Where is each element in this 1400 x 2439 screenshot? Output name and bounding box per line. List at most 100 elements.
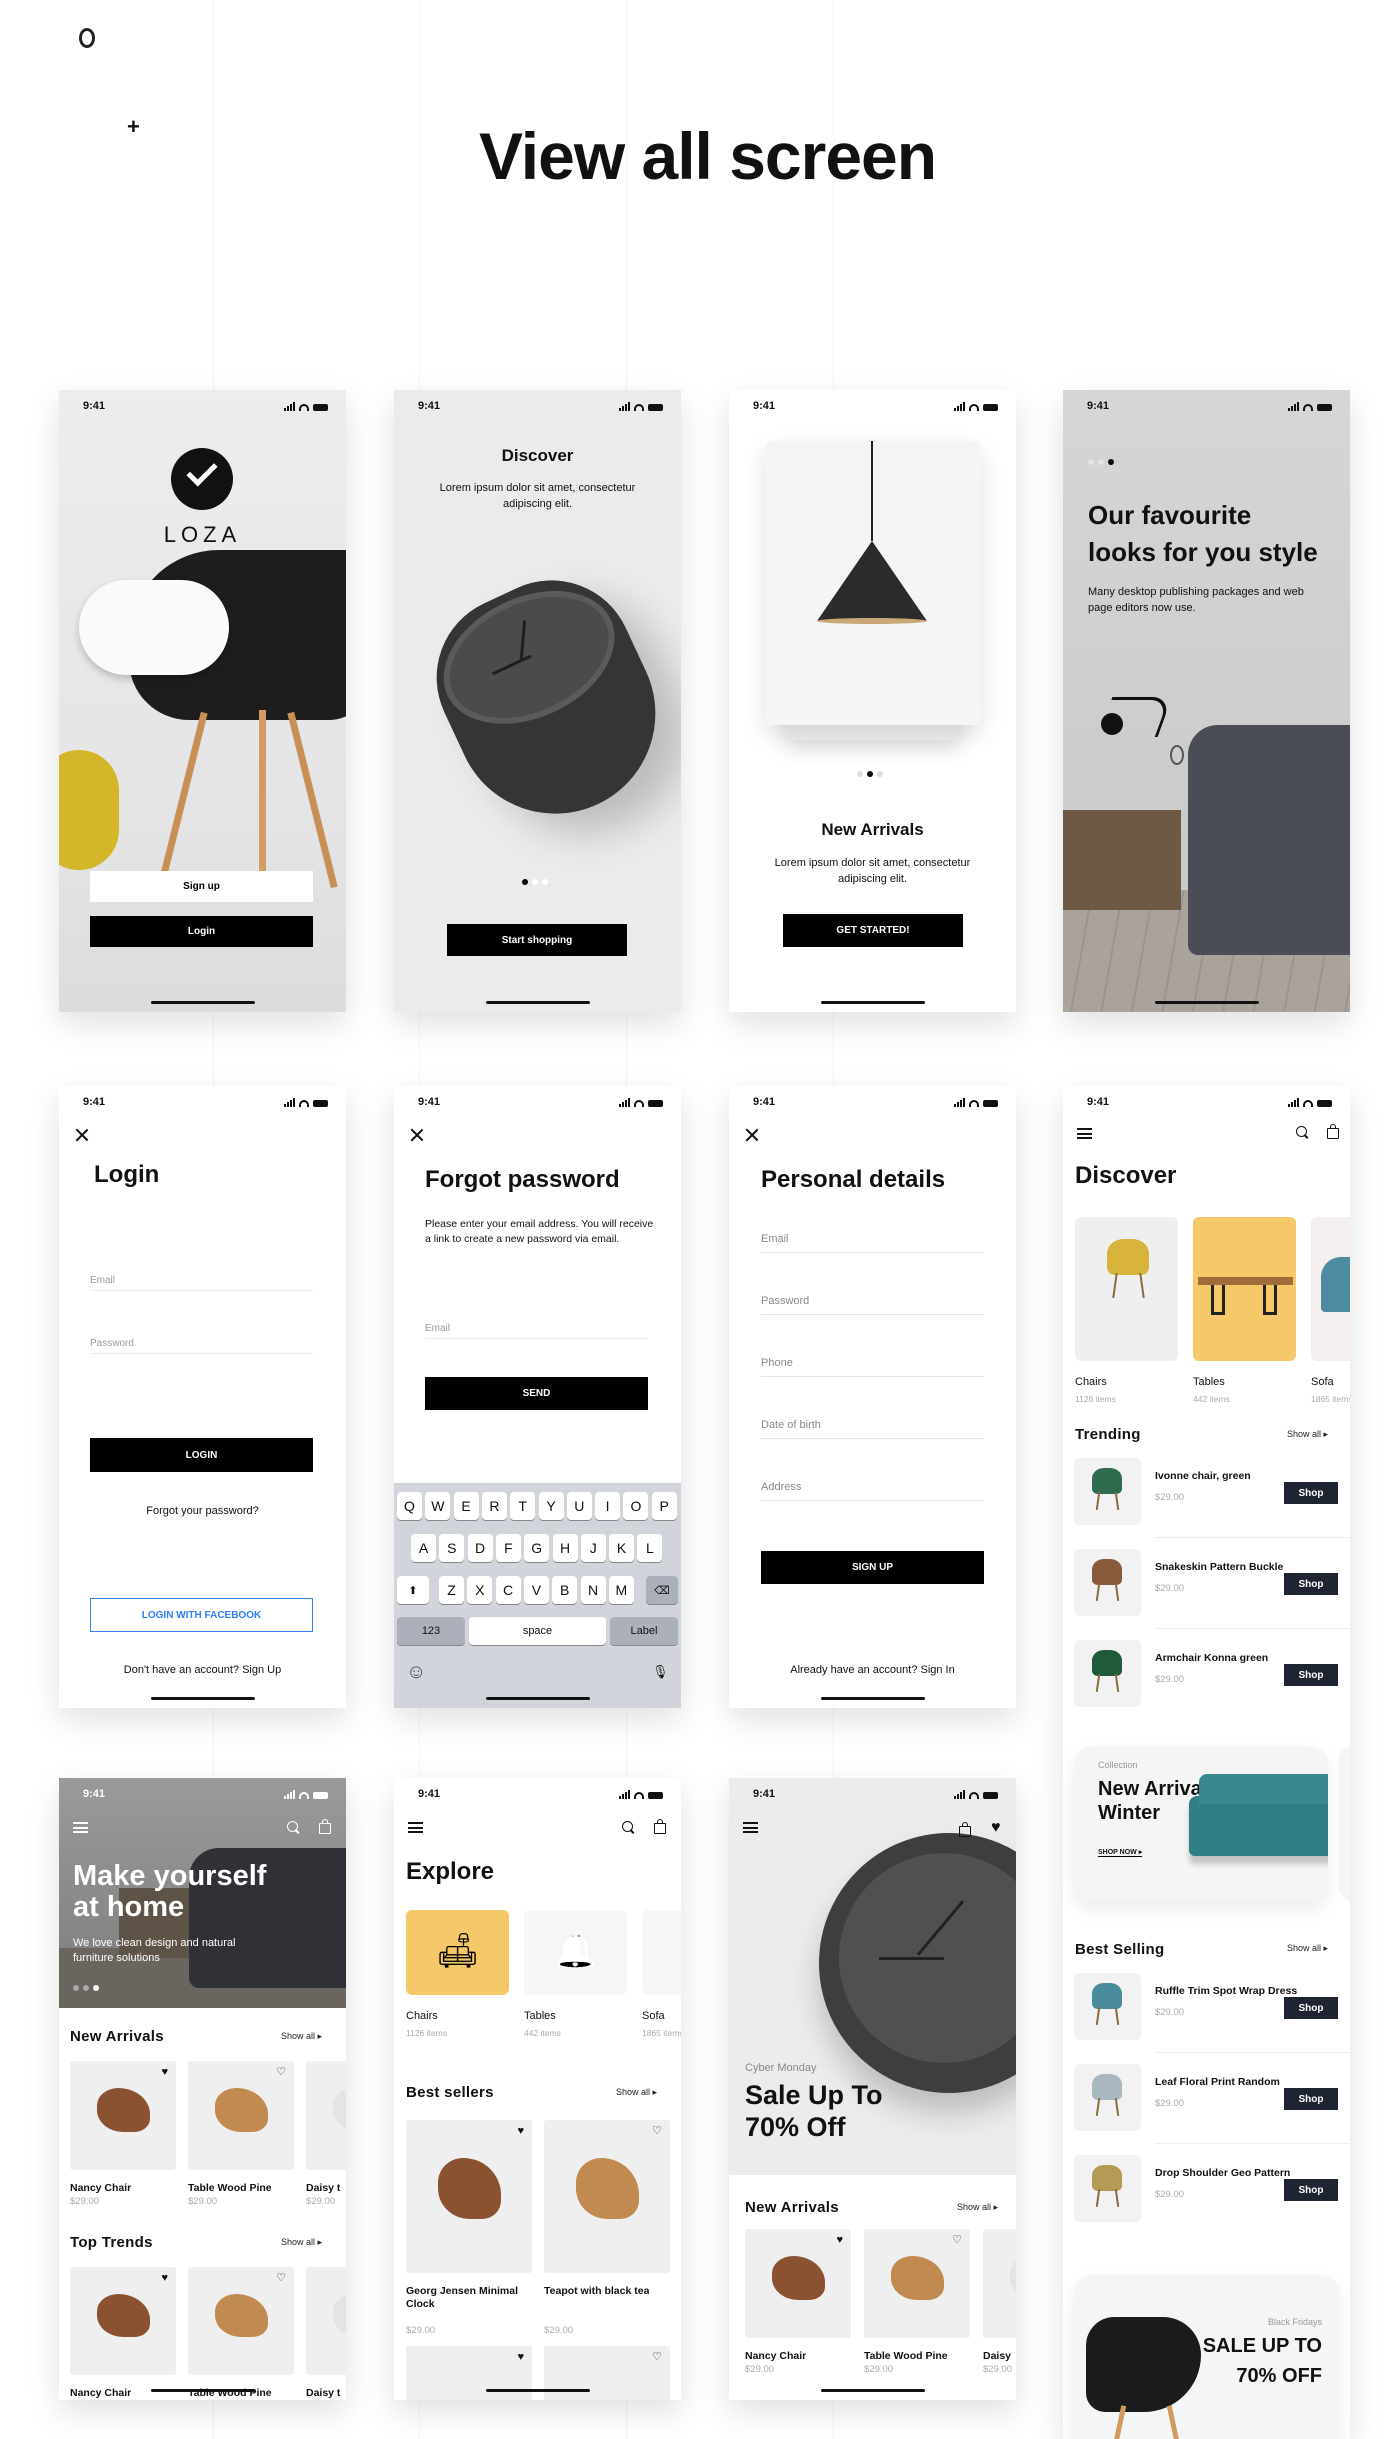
- signin-link[interactable]: Already have an account? Sign In: [729, 1664, 1016, 1676]
- menu-icon[interactable]: [408, 1822, 423, 1833]
- space-key[interactable]: space: [469, 1617, 606, 1645]
- best-sellers-show-all[interactable]: Show all ▸: [616, 2087, 657, 2098]
- new-arrivals-show-all[interactable]: Show all ▸: [281, 2031, 322, 2042]
- shift-key[interactable]: ⬆: [397, 1576, 429, 1604]
- bag-icon[interactable]: [319, 1819, 331, 1834]
- bag-icon[interactable]: [654, 1819, 666, 1834]
- heart-outline-icon[interactable]: ♡: [952, 2235, 962, 2246]
- product-name[interactable]: Drop Shoulder Geo Pattern: [1155, 2167, 1290, 2179]
- new-arrivals-banner[interactable]: Collection New Arrivals Winter SHOP NOW …: [1074, 1746, 1328, 1901]
- product-name[interactable]: Daisy: [983, 2350, 1011, 2363]
- category-card-tables[interactable]: [1193, 1217, 1296, 1361]
- field-email[interactable]: Email: [761, 1231, 984, 1253]
- trending-show-all[interactable]: Show all ▸: [1287, 1429, 1328, 1440]
- product-card[interactable]: ♥: [406, 2120, 532, 2273]
- close-icon[interactable]: [75, 1128, 89, 1142]
- login-button[interactable]: Login: [90, 916, 313, 947]
- key-n[interactable]: N: [580, 1576, 606, 1604]
- product-card[interactable]: ♡: [306, 2061, 346, 2170]
- close-icon[interactable]: [745, 1128, 759, 1142]
- product-name[interactable]: Leaf Floral Print Random: [1155, 2076, 1280, 2088]
- menu-icon[interactable]: [743, 1822, 758, 1833]
- key-w[interactable]: W: [425, 1492, 451, 1520]
- heart-filled-icon[interactable]: ♥: [991, 1820, 1001, 1836]
- heart-outline-icon[interactable]: ♡: [652, 2126, 662, 2137]
- key-k[interactable]: K: [609, 1534, 635, 1562]
- key-x[interactable]: X: [467, 1576, 493, 1604]
- category-card-sofa[interactable]: 🪑: [642, 1910, 681, 1995]
- key-f[interactable]: F: [495, 1534, 521, 1562]
- key-t[interactable]: T: [510, 1492, 536, 1520]
- bag-icon[interactable]: [959, 1822, 971, 1837]
- email-field[interactable]: [425, 1319, 648, 1339]
- product-thumbnail[interactable]: [1074, 1640, 1141, 1707]
- emoji-icon[interactable]: ☺: [406, 1661, 426, 1684]
- key-e[interactable]: E: [453, 1492, 479, 1520]
- signup-button[interactable]: SIGN UP: [761, 1551, 984, 1584]
- shop-now-link[interactable]: SHOP NOW ▸: [1098, 1848, 1143, 1857]
- email-field[interactable]: [90, 1271, 313, 1291]
- category-card-sofa[interactable]: [1311, 1217, 1350, 1361]
- field-password[interactable]: Password: [761, 1293, 984, 1315]
- product-card[interactable]: ♡: [188, 2061, 294, 2170]
- search-icon[interactable]: [1296, 1126, 1309, 1139]
- heart-filled-icon[interactable]: ♥: [836, 2235, 843, 2246]
- signup-button[interactable]: Sign up: [90, 871, 313, 902]
- product-name[interactable]: Nancy Chair: [745, 2350, 806, 2363]
- category-card-chairs[interactable]: [1075, 1217, 1178, 1361]
- top-trends-show-all[interactable]: Show all ▸: [281, 2237, 322, 2248]
- product-name[interactable]: Daisy t: [306, 2182, 340, 2195]
- key-a[interactable]: A: [411, 1534, 436, 1562]
- product-name[interactable]: Nancy Chair: [70, 2182, 131, 2195]
- black-friday-banner[interactable]: Black Fridays SALE UP TO 70% OFF: [1074, 2275, 1339, 2439]
- menu-icon[interactable]: [1077, 1128, 1092, 1139]
- product-thumbnail[interactable]: [1074, 2064, 1141, 2131]
- delete-key[interactable]: ⌫: [646, 1576, 678, 1604]
- key-i[interactable]: I: [595, 1492, 621, 1520]
- login-button[interactable]: LOGIN: [90, 1438, 313, 1472]
- product-name[interactable]: Georg Jensen Minimal Clock: [406, 2285, 540, 2311]
- key-p[interactable]: P: [651, 1492, 677, 1520]
- bag-icon[interactable]: [1327, 1124, 1339, 1139]
- product-name[interactable]: Ruffle Trim Spot Wrap Dress: [1155, 1985, 1297, 1997]
- product-thumbnail[interactable]: [1074, 1549, 1141, 1616]
- shop-button[interactable]: Shop: [1284, 2088, 1338, 2110]
- product-card[interactable]: ♡: [306, 2267, 346, 2375]
- key-q[interactable]: Q: [397, 1492, 422, 1520]
- label-key[interactable]: Label: [610, 1617, 678, 1645]
- product-name[interactable]: Snakeskin Pattern Buckle: [1155, 1561, 1283, 1573]
- login-facebook-button[interactable]: LOGIN WITH FACEBOOK: [90, 1598, 313, 1632]
- shop-button[interactable]: Shop: [1284, 1664, 1338, 1686]
- heart-outline-icon[interactable]: ♡: [652, 2352, 662, 2363]
- key-z[interactable]: Z: [439, 1576, 464, 1604]
- product-card[interactable]: ♥: [745, 2229, 851, 2338]
- heart-filled-icon[interactable]: ♥: [517, 2352, 524, 2363]
- heart-filled-icon[interactable]: ♥: [161, 2067, 168, 2078]
- numbers-key[interactable]: 123: [397, 1617, 465, 1645]
- new-arrivals-show-all[interactable]: Show all ▸: [957, 2202, 998, 2213]
- best-selling-show-all[interactable]: Show all ▸: [1287, 1943, 1328, 1954]
- heart-outline-icon[interactable]: ♡: [276, 2067, 286, 2078]
- key-c[interactable]: C: [495, 1576, 521, 1604]
- key-o[interactable]: O: [623, 1492, 649, 1520]
- microphone-icon[interactable]: 🎙: [652, 1664, 669, 1680]
- field-date-of-birth[interactable]: Date of birth: [761, 1417, 984, 1439]
- field-phone[interactable]: Phone: [761, 1355, 984, 1377]
- search-icon[interactable]: [622, 1821, 635, 1834]
- heart-outline-icon[interactable]: ♡: [276, 2273, 286, 2284]
- product-card[interactable]: ♡: [544, 2120, 670, 2273]
- menu-icon[interactable]: [73, 1822, 88, 1833]
- key-j[interactable]: J: [580, 1534, 606, 1562]
- heart-filled-icon[interactable]: ♥: [161, 2273, 168, 2284]
- product-card[interactable]: ♡: [983, 2229, 1016, 2338]
- key-h[interactable]: H: [552, 1534, 578, 1562]
- heart-filled-icon[interactable]: ♥: [517, 2126, 524, 2137]
- signup-link[interactable]: Don't have an account? Sign Up: [59, 1664, 346, 1676]
- category-card-chairs[interactable]: 🛋: [406, 1910, 509, 1995]
- key-y[interactable]: Y: [538, 1492, 564, 1520]
- product-card[interactable]: ♡: [188, 2267, 294, 2375]
- get-started-button[interactable]: GET STARTED!: [783, 914, 963, 947]
- category-card-tables[interactable]: 🔔: [524, 1910, 627, 1995]
- product-name[interactable]: Nancy Chair: [70, 2387, 131, 2400]
- shop-button[interactable]: Shop: [1284, 1573, 1338, 1595]
